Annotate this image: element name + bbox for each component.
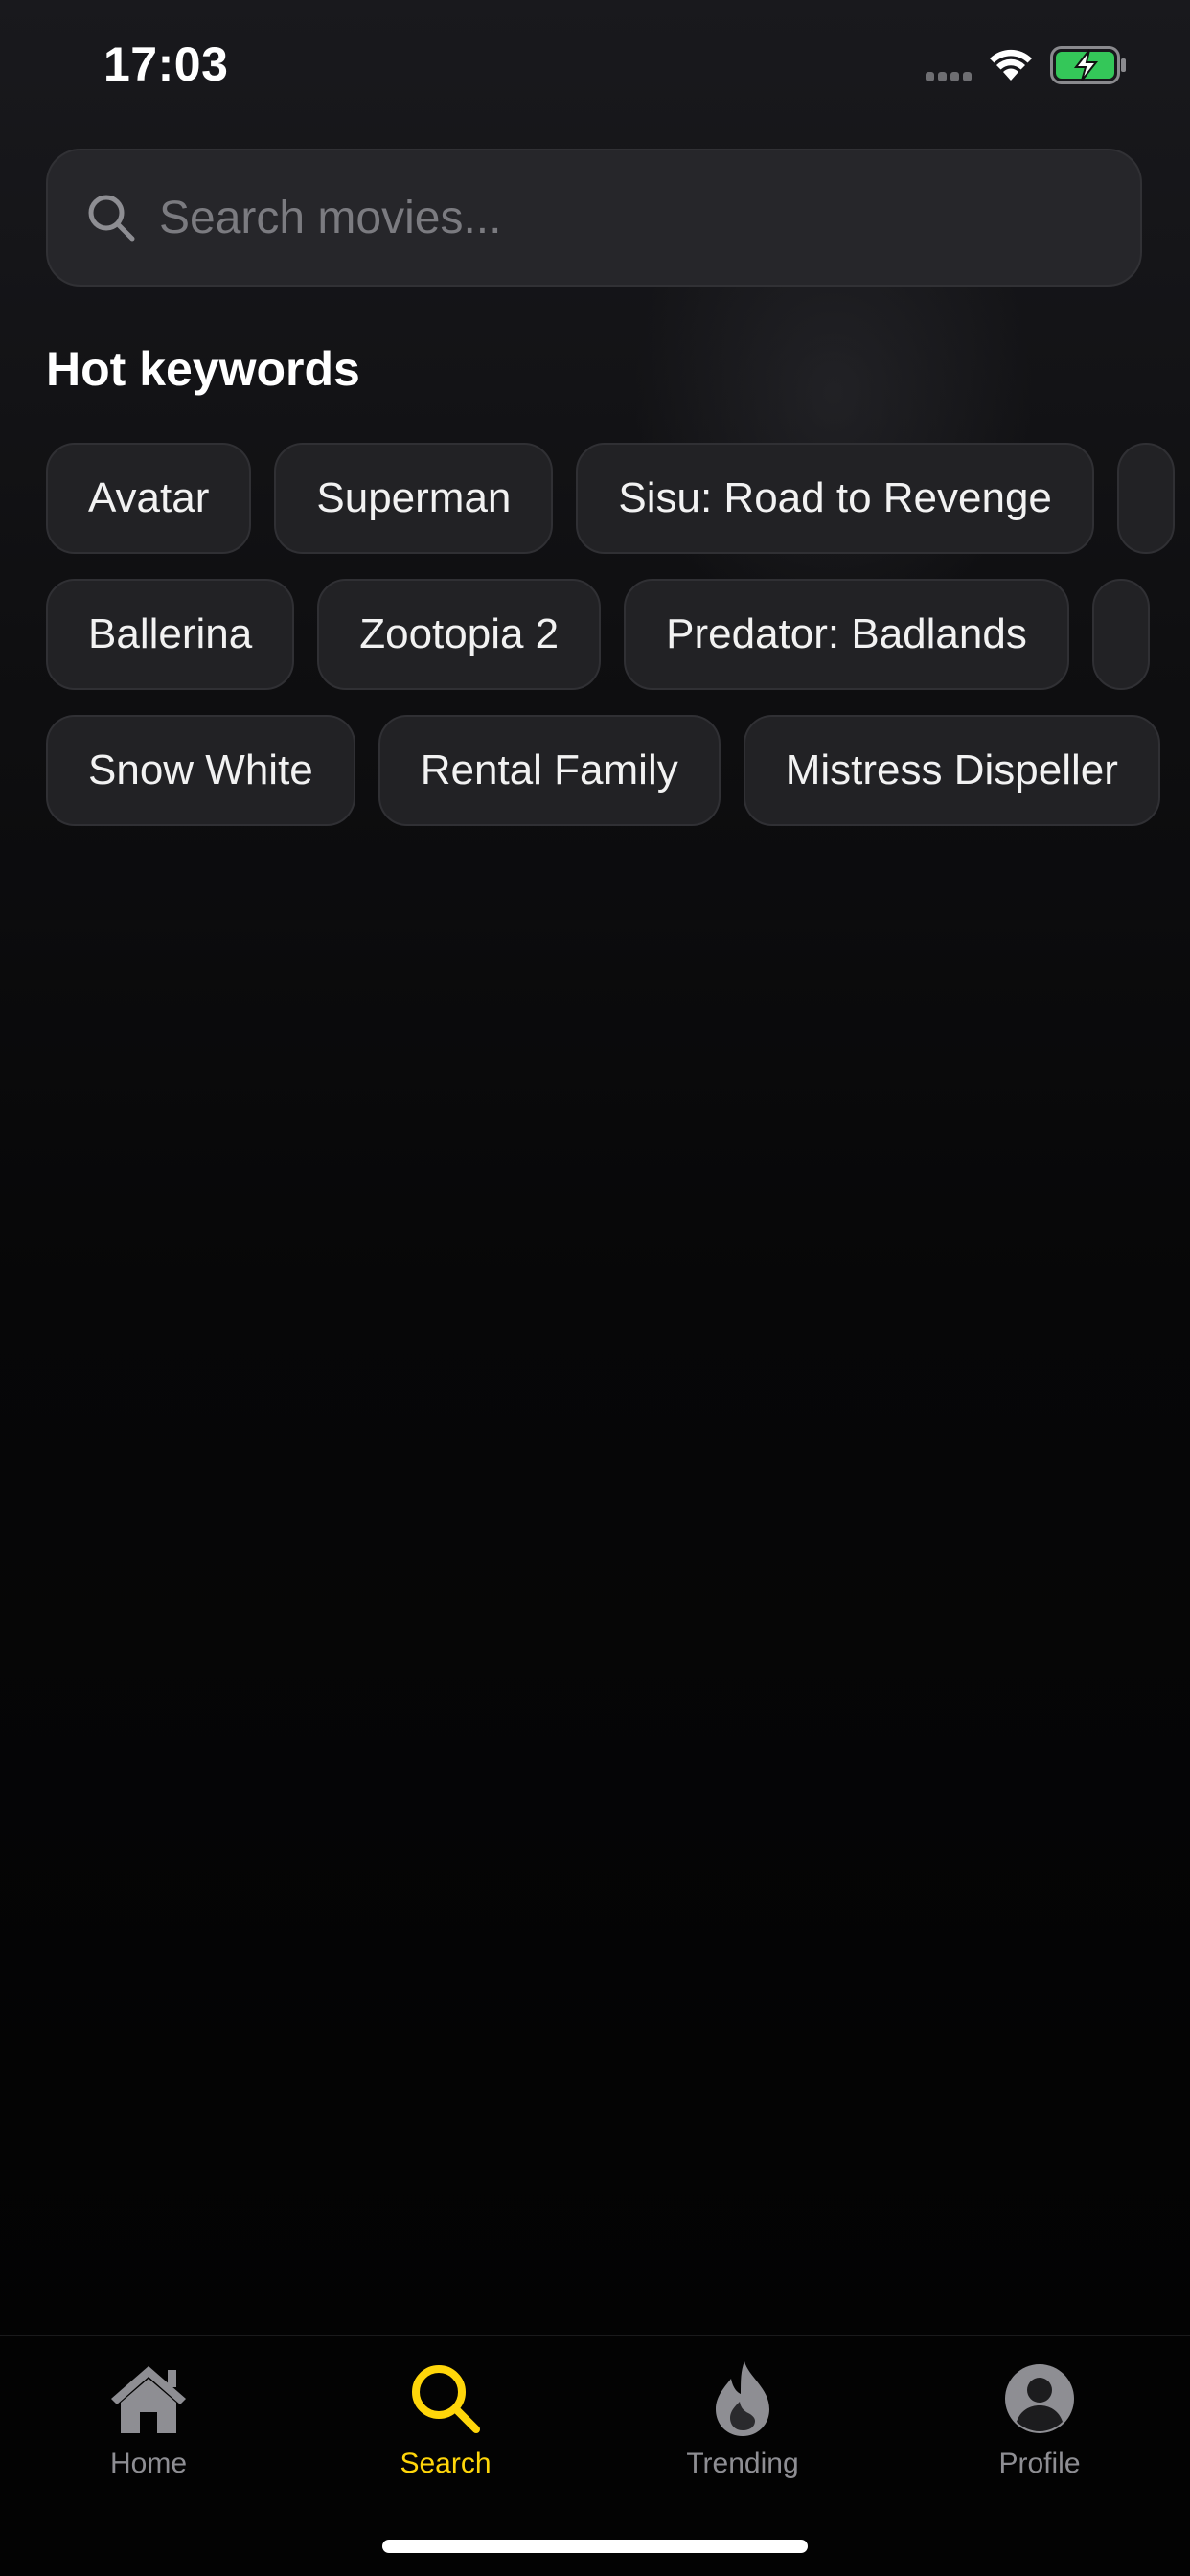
hot-keywords-title: Hot keywords — [46, 342, 360, 396]
keyword-chip[interactable]: Ballerina — [46, 579, 295, 690]
search-icon — [402, 2356, 489, 2442]
tab-search-label: Search — [400, 2448, 492, 2479]
search-input[interactable] — [157, 169, 1140, 266]
tab-home-label: Home — [109, 2448, 188, 2479]
flame-icon — [699, 2356, 786, 2442]
tab-profile[interactable]: Profile — [891, 2356, 1188, 2499]
status-bar: 17:03 — [0, 0, 1190, 134]
wifi-icon — [990, 49, 1032, 80]
keyword-chip[interactable]: Rental Family — [378, 715, 721, 826]
tab-trending-label: Trending — [686, 2448, 799, 2479]
tab-bar: Home Search Trending Profile — [0, 2334, 1190, 2576]
tab-search[interactable]: Search — [297, 2356, 594, 2499]
tab-trending[interactable]: Trending — [594, 2356, 891, 2499]
house-icon — [105, 2356, 192, 2442]
keyword-chip[interactable]: Snow White — [46, 715, 355, 826]
keyword-chip[interactable]: Sisu: Road to Revenge — [576, 443, 1094, 554]
keyword-row-2: Ballerina Zootopia 2 Predator: Badlands — [46, 579, 1150, 690]
home-indicator — [382, 2540, 808, 2553]
keyword-row-3: Snow White Rental Family Mistress Dispel… — [46, 715, 1160, 826]
tab-profile-label: Profile — [998, 2448, 1081, 2479]
search-bar[interactable] — [46, 149, 1142, 287]
cellular-signal-icon — [926, 49, 972, 81]
keyword-chip[interactable]: Mistress Dispeller — [743, 715, 1160, 826]
keyword-chip[interactable]: Predator: Badlands — [624, 579, 1069, 690]
person-icon — [996, 2356, 1083, 2442]
battery-charging-icon — [1050, 46, 1126, 84]
status-icons — [926, 44, 1127, 86]
tab-home[interactable]: Home — [0, 2356, 297, 2499]
search-screen: 17:03 Hot — [0, 0, 1190, 2576]
keyword-chip-overflow[interactable] — [1091, 579, 1150, 690]
keyword-chip[interactable]: Avatar — [46, 443, 252, 554]
keyword-chip[interactable]: Superman — [274, 443, 554, 554]
keyword-row-1: Avatar Superman Sisu: Road to Revenge — [46, 443, 1175, 554]
keyword-chip-overflow[interactable] — [1116, 443, 1175, 554]
search-icon — [84, 191, 138, 244]
keyword-chip[interactable]: Zootopia 2 — [317, 579, 602, 690]
status-time: 17:03 — [103, 37, 229, 91]
